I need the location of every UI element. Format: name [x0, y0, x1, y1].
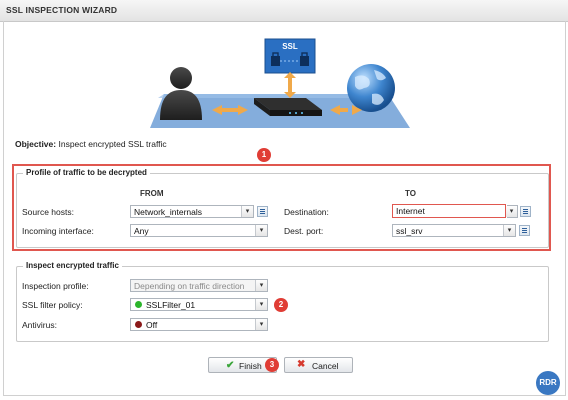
ssl-network-illustration: SSL	[150, 38, 410, 128]
green-status-icon	[135, 301, 142, 308]
chevron-down-icon[interactable]: ▾	[255, 319, 267, 330]
antivirus-label: Antivirus:	[22, 320, 57, 330]
profile-legend: Profile of traffic to be decrypted	[23, 168, 150, 177]
window-titlebar: SSL INSPECTION WIZARD	[0, 0, 568, 22]
person-icon	[160, 67, 202, 120]
source-hosts-label: Source hosts:	[22, 207, 74, 217]
window-title: SSL INSPECTION WIZARD	[6, 5, 118, 15]
objective-label: Objective:	[15, 139, 57, 149]
dest-port-select[interactable]: ssl_srv ▾	[392, 224, 516, 237]
annotation-badge-2: 2	[274, 298, 288, 312]
dest-port-label: Dest. port:	[284, 226, 324, 236]
destination-select[interactable]: Internet	[392, 204, 506, 218]
dest-port-list-button[interactable]	[519, 225, 530, 236]
inspect-legend: Inspect encrypted traffic	[23, 261, 122, 270]
to-column-header: TO	[405, 189, 416, 198]
ssl-filter-policy-select[interactable]: SSLFilter_01 ▾	[130, 298, 268, 311]
ssl-filter-policy-label: SSL filter policy:	[22, 300, 83, 310]
cancel-button[interactable]: ✖ Cancel	[284, 357, 353, 373]
destination-label: Destination:	[284, 207, 329, 217]
source-hosts-list-button[interactable]	[257, 206, 268, 217]
incoming-interface-label: Incoming interface:	[22, 226, 94, 236]
incoming-interface-select[interactable]: Any ▾	[130, 224, 268, 237]
chevron-down-icon[interactable]: ▾	[255, 280, 267, 291]
chevron-down-icon[interactable]: ▾	[506, 206, 517, 217]
annotation-badge-1: 1	[257, 148, 271, 162]
destination-dropdown-button[interactable]: ▾	[506, 205, 518, 218]
inspection-profile-label: Inspection profile:	[22, 281, 89, 291]
chevron-down-icon[interactable]: ▾	[503, 225, 515, 236]
source-hosts-select[interactable]: Network_internals ▾	[130, 205, 254, 218]
watermark-logo: RDR	[536, 371, 560, 395]
chevron-down-icon[interactable]: ▾	[255, 225, 267, 236]
ssl-box-icon: SSL	[264, 38, 316, 74]
checkmark-icon: ✔	[226, 360, 235, 371]
objective-text: Inspect encrypted SSL traffic	[58, 139, 167, 149]
red-status-icon	[135, 321, 142, 328]
chevron-down-icon[interactable]: ▾	[255, 299, 267, 310]
annotation-badge-3: 3	[265, 358, 279, 372]
objective-row: Objective: Inspect encrypted SSL traffic	[15, 139, 167, 149]
destination-list-button[interactable]	[520, 206, 531, 217]
chevron-down-icon[interactable]: ▾	[241, 206, 253, 217]
antivirus-select[interactable]: Off ▾	[130, 318, 268, 331]
from-column-header: FROM	[140, 189, 164, 198]
close-icon: ✖	[297, 359, 306, 370]
svg-text:SSL: SSL	[282, 42, 298, 51]
globe-icon	[347, 64, 395, 112]
inspection-profile-select[interactable]: Depending on traffic direction ▾	[130, 279, 268, 292]
